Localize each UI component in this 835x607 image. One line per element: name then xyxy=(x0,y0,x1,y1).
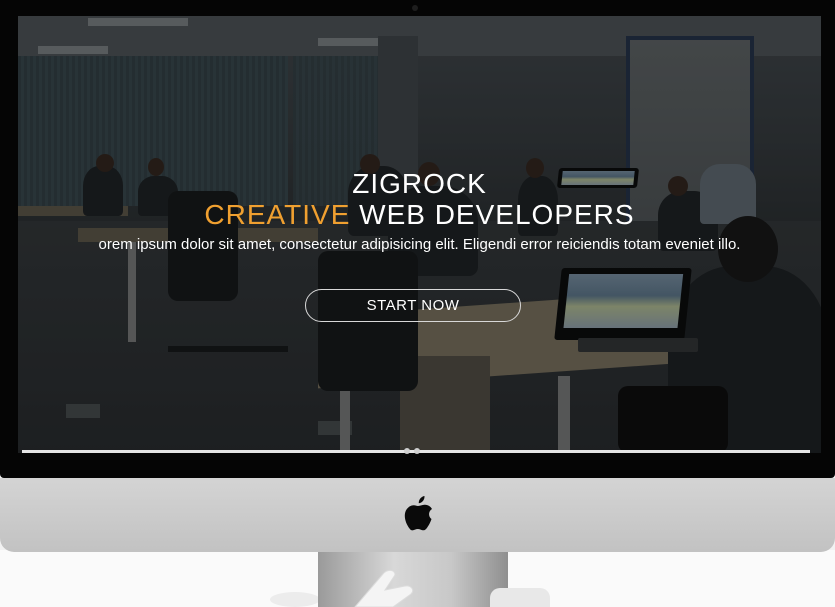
cup-image xyxy=(490,588,550,607)
hero-description: orem ipsum dolor sit amet, consectetur a… xyxy=(98,236,741,253)
hero-background-image xyxy=(18,16,821,453)
hand-image xyxy=(354,569,414,607)
slider-dots[interactable] xyxy=(402,448,426,456)
monitor-bezel: ZIGROCK CREATIVE WEB DEVELOPERS orem ips… xyxy=(0,0,835,478)
stand-shadow xyxy=(270,592,320,607)
apple-logo-icon xyxy=(404,496,432,531)
hero-title: ZIGROCK xyxy=(352,168,487,199)
hero-subtitle-accent: CREATIVE xyxy=(204,199,351,230)
hero-section: ZIGROCK CREATIVE WEB DEVELOPERS orem ips… xyxy=(18,16,821,453)
slider-dot[interactable] xyxy=(414,448,420,454)
camera-icon xyxy=(412,5,418,11)
hero-subtitle: CREATIVE WEB DEVELOPERS xyxy=(18,199,821,231)
hero-subtitle-rest: WEB DEVELOPERS xyxy=(350,199,635,230)
slider-dot[interactable] xyxy=(404,448,410,454)
start-now-button[interactable]: START NOW xyxy=(305,289,521,322)
